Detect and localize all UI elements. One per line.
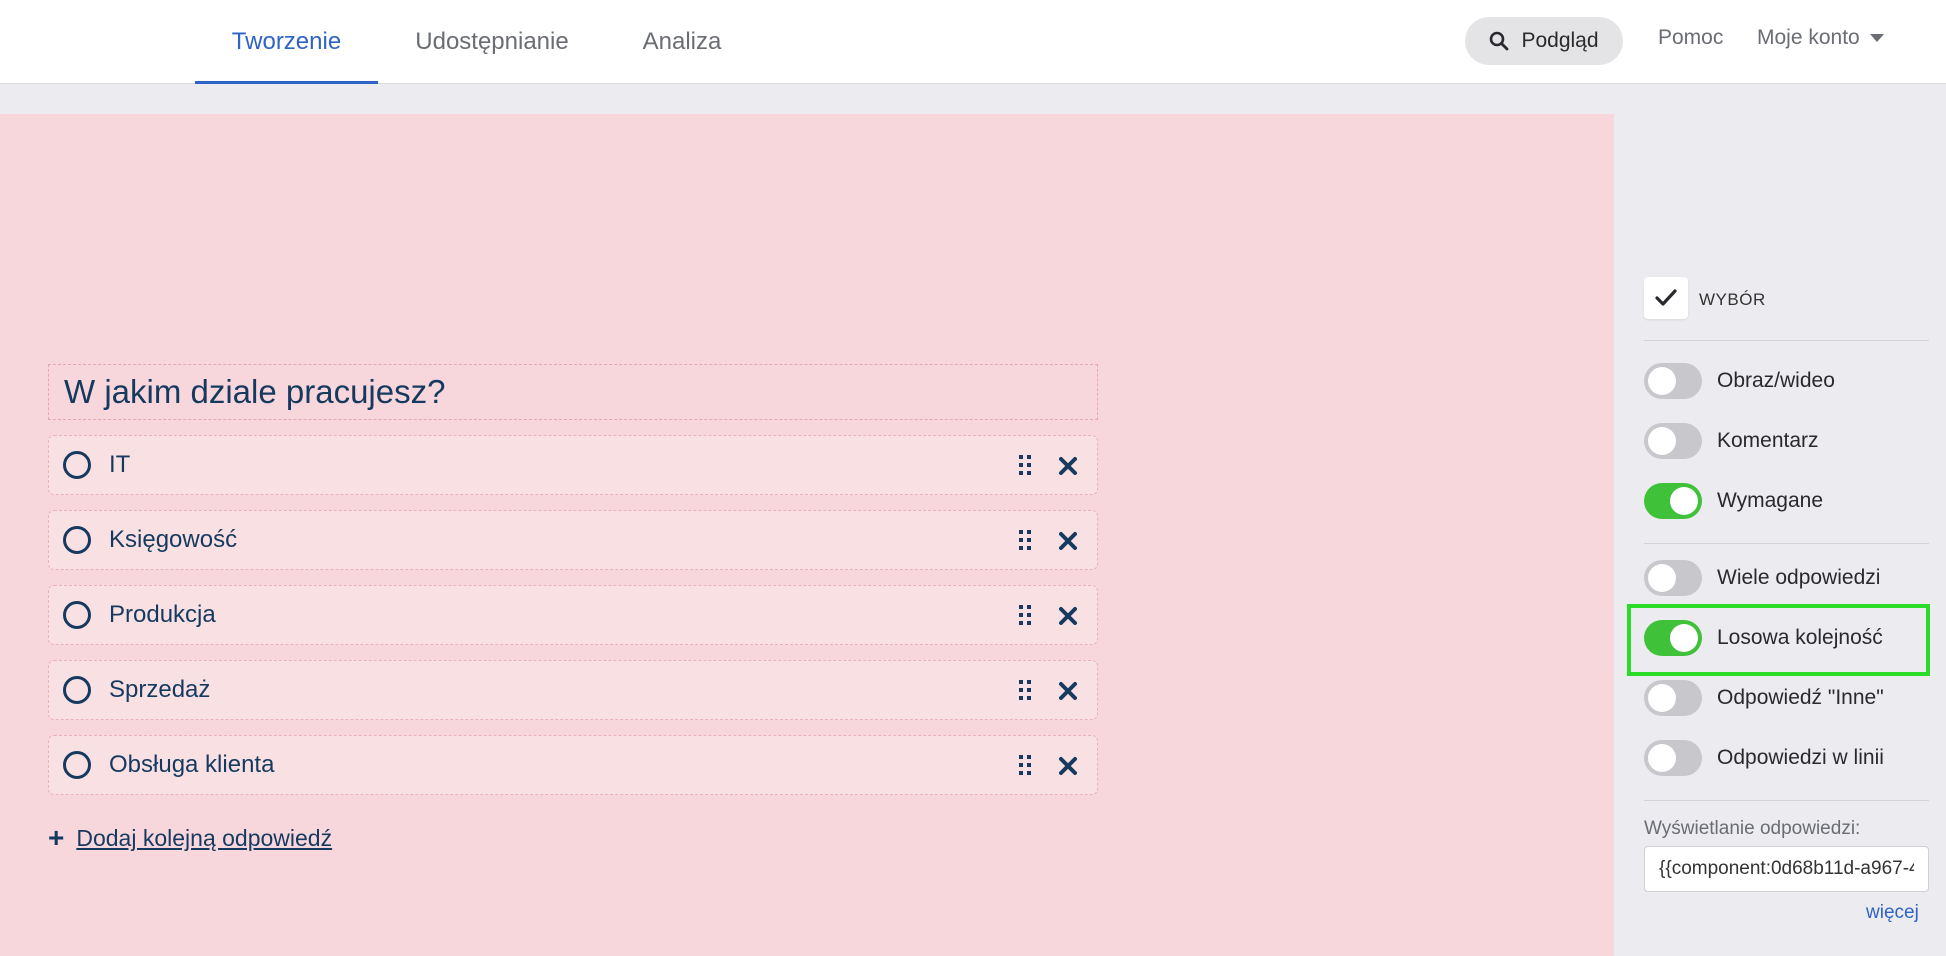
toggle-knob bbox=[1648, 367, 1676, 395]
tab-udostepnianie[interactable]: Udostępnianie bbox=[400, 0, 584, 84]
question-title[interactable]: W jakim dziale pracujesz? bbox=[48, 364, 1098, 420]
toggle-knob bbox=[1648, 564, 1676, 592]
radio-icon[interactable] bbox=[63, 601, 91, 629]
drag-handle-icon[interactable] bbox=[1017, 604, 1033, 626]
drag-handle-icon[interactable] bbox=[1017, 754, 1033, 776]
close-icon[interactable] bbox=[1057, 755, 1079, 777]
tab-analiza[interactable]: Analiza bbox=[620, 0, 744, 84]
toggle-label: Wymagane bbox=[1717, 489, 1824, 512]
more-link[interactable]: więcej bbox=[1866, 902, 1919, 924]
radio-icon[interactable] bbox=[63, 676, 91, 704]
toggle-switch[interactable] bbox=[1644, 363, 1702, 399]
toggle-label: Komentarz bbox=[1717, 429, 1819, 452]
drag-handle-icon[interactable] bbox=[1017, 454, 1033, 476]
toggle-label: Wiele odpowiedzi bbox=[1717, 566, 1881, 589]
toggle-knob bbox=[1648, 427, 1676, 455]
answer-row[interactable]: IT bbox=[48, 435, 1098, 495]
toggle-wiele-odpowiedzi[interactable]: Wiele odpowiedzi bbox=[1644, 558, 1880, 598]
divider bbox=[1644, 543, 1929, 544]
plus-icon: + bbox=[48, 822, 65, 853]
answer-label[interactable]: Sprzedaż bbox=[109, 676, 210, 704]
drag-handle-icon[interactable] bbox=[1017, 679, 1033, 701]
display-answers-label: Wyświetlanie odpowiedzi: bbox=[1644, 818, 1861, 839]
preview-button[interactable]: Podgląd bbox=[1465, 17, 1623, 65]
toggle-switch[interactable] bbox=[1644, 740, 1702, 776]
focus-highlight bbox=[1627, 604, 1930, 676]
toggle-switch[interactable] bbox=[1644, 423, 1702, 459]
account-menu[interactable]: Moje konto bbox=[1757, 26, 1884, 50]
tab-tworzenie[interactable]: Tworzenie bbox=[195, 0, 378, 84]
radio-icon[interactable] bbox=[63, 526, 91, 554]
chevron-down-icon bbox=[1869, 34, 1884, 42]
toggle-label: Odpowiedzi w linii bbox=[1717, 746, 1884, 769]
toggle-switch[interactable] bbox=[1644, 483, 1702, 519]
add-answer-link[interactable]: + Dodaj kolejną odpowiedź bbox=[48, 824, 332, 852]
toggle-odpowiedzi-w-linii[interactable]: Odpowiedzi w linii bbox=[1644, 738, 1884, 778]
toggle-knob bbox=[1670, 487, 1698, 515]
toggle-komentarz[interactable]: Komentarz bbox=[1644, 421, 1819, 461]
answer-label[interactable]: Produkcja bbox=[109, 601, 216, 629]
radio-icon[interactable] bbox=[63, 451, 91, 479]
question-type-label: WYBÓR bbox=[1699, 290, 1766, 309]
answer-row[interactable]: Sprzedaż bbox=[48, 660, 1098, 720]
display-answers-input[interactable] bbox=[1644, 846, 1929, 892]
toggle-knob bbox=[1648, 684, 1676, 712]
toggle-switch[interactable] bbox=[1644, 680, 1702, 716]
question-type-button[interactable] bbox=[1644, 277, 1688, 319]
answer-row[interactable]: Obsługa klienta bbox=[48, 735, 1098, 795]
account-label: Moje konto bbox=[1757, 26, 1860, 49]
search-icon bbox=[1490, 31, 1509, 51]
top-bar: Tworzenie Udostępnianie Analiza Podgląd … bbox=[0, 0, 1946, 84]
answer-label[interactable]: IT bbox=[109, 451, 130, 479]
help-link[interactable]: Pomoc bbox=[1658, 26, 1723, 50]
answer-label[interactable]: Księgowość bbox=[109, 526, 237, 554]
close-icon[interactable] bbox=[1057, 680, 1079, 702]
toggle-switch[interactable] bbox=[1644, 560, 1702, 596]
toggle-wymagane[interactable]: Wymagane bbox=[1644, 481, 1823, 521]
divider bbox=[1644, 800, 1929, 801]
divider bbox=[1644, 340, 1929, 341]
toggle-odpowiedz-inne[interactable]: Odpowiedź "Inne" bbox=[1644, 678, 1884, 718]
close-icon[interactable] bbox=[1057, 455, 1079, 477]
preview-label: Podgląd bbox=[1521, 29, 1599, 52]
answer-row[interactable]: Księgowość bbox=[48, 510, 1098, 570]
close-icon[interactable] bbox=[1057, 530, 1079, 552]
radio-icon[interactable] bbox=[63, 751, 91, 779]
toggle-label: Obraz/wideo bbox=[1717, 369, 1835, 392]
add-answer-label: Dodaj kolejną odpowiedź bbox=[76, 824, 333, 851]
checkmark-icon bbox=[1655, 289, 1677, 306]
toggle-label: Odpowiedź "Inne" bbox=[1717, 686, 1884, 709]
toggle-knob bbox=[1648, 744, 1676, 772]
toggle-obraz-wideo[interactable]: Obraz/wideo bbox=[1644, 361, 1835, 401]
answer-label[interactable]: Obsługa klienta bbox=[109, 751, 274, 779]
drag-handle-icon[interactable] bbox=[1017, 529, 1033, 551]
answer-row[interactable]: Produkcja bbox=[48, 585, 1098, 645]
close-icon[interactable] bbox=[1057, 605, 1079, 627]
